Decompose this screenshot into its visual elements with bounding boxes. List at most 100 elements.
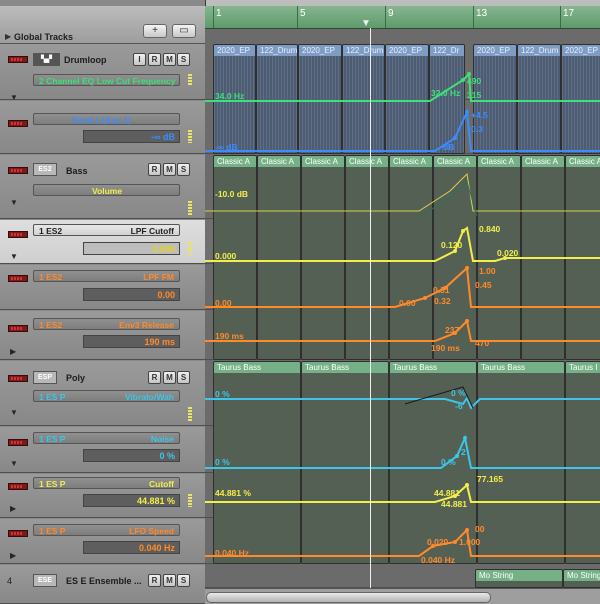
automation-param-selector[interactable]: 1 ES P LFO Speed [33,524,180,536]
solo-button[interactable]: S [177,163,190,176]
disclosure-triangle-icon[interactable]: ▼ [10,459,18,468]
disclosure-triangle-icon[interactable]: ▼ [10,408,18,417]
automation-param-selector[interactable]: 1 ES P Cutoff [33,477,180,489]
automation-label: 490 [467,76,482,86]
record-enable-button[interactable]: R [148,53,161,66]
automation-label: 237 [445,325,460,335]
track-name: Bass [66,166,88,176]
automation-param-selector[interactable]: Send 1 (Aux 1) [33,113,180,125]
logic-arrange-window: ▶ Global Tracks + ▭ ▚▞ Drumloop I R M S … [0,0,600,604]
automation-label: 0.020 [497,248,519,258]
mute-button[interactable]: M [163,574,176,587]
automation-label: 00 [475,524,485,534]
automation-label: 0 % [215,389,230,399]
automation-param-selector[interactable]: Volume [33,184,180,196]
plus-icon[interactable]: + [143,24,167,38]
disclosure-triangle-icon[interactable]: ▼ [10,198,18,207]
track-send[interactable]: Send 1 (Aux 1) -∞ dB [0,101,205,154]
automation-label: 190 ms [215,331,244,341]
automation-label: 0.00 [215,298,232,308]
automation-label: 77.165 [477,474,503,484]
automation-value-field[interactable]: 0.000 [83,242,180,255]
horizontal-scrollbar[interactable] [205,588,600,604]
global-tracks-row[interactable]: ▶ Global Tracks + ▭ [0,6,205,44]
automation-label: 1.00 [479,266,496,276]
track-color-swatch [8,231,28,238]
disclosure-triangle-icon[interactable]: ▶ [5,32,11,41]
input-monitor-button[interactable]: I [133,53,146,66]
automation-label: 0.000 [215,251,237,261]
track-color-swatch [8,530,28,537]
automation-value-field[interactable]: 44.881 % [83,494,180,507]
mute-button[interactable]: M [163,53,176,66]
automation-label: 44.881 [434,488,460,498]
disclosure-triangle-icon[interactable]: ▶ [10,347,16,356]
automation-value-field[interactable]: 0.040 Hz [83,541,180,554]
automation-label: 470 [475,338,490,348]
automation-param-selector[interactable]: 1 ES P Noise [33,432,180,444]
automation-param-selector[interactable]: 2 Channel EQ Low Cut Frequency [33,74,180,86]
automation-param-selector[interactable]: 1 ES2 LPF Cutoff [33,224,180,236]
level-meter [188,242,192,255]
automation-label: -∞ dB [215,142,238,152]
automation-label: 1.000 [459,537,481,547]
disclosure-triangle-icon[interactable]: ▼ [10,252,18,261]
track-drumloop[interactable]: ▚▞ Drumloop I R M S 2 Channel EQ Low Cut… [0,44,205,102]
solo-button[interactable]: S [177,371,190,384]
automation-label: dB [443,142,455,152]
automation-label: 34.0 Hz [215,91,245,101]
playhead-line[interactable] [370,28,371,588]
track-color-swatch [8,56,28,63]
track-color-swatch [8,275,28,282]
automation-value-field[interactable]: 0 % [83,449,180,462]
record-enable-button[interactable]: R [148,574,161,587]
mute-button[interactable]: M [163,371,176,384]
automation-label: 44.881 % [215,488,251,498]
track-header-list: ▶ Global Tracks + ▭ ▚▞ Drumloop I R M S … [0,0,206,604]
record-enable-button[interactable]: R [148,371,161,384]
level-meter [188,201,192,215]
solo-button[interactable]: S [177,53,190,66]
track-bass[interactable]: ES2 Bass R M S Volume ▼ [0,155,205,219]
level-meter [188,494,192,507]
automation-label: 0 % [215,457,230,467]
automation-value-field[interactable]: 0.00 [83,288,180,301]
disclosure-triangle-icon[interactable]: ▶ [10,551,16,560]
level-meter [188,407,192,422]
track-esp-lfo-speed[interactable]: 1 ES P LFO Speed 0.040 Hz ▶ [0,519,205,564]
track-color-swatch [8,325,28,332]
automation-label: 0.45 [475,280,492,290]
track-es2-env3-release[interactable]: 1 ES2 Env3 Release 190 ms ▶ [0,311,205,360]
track-number: 4 [7,576,13,586]
track-esp-noise[interactable]: 1 ES P Noise 0 % ▼ [0,427,205,473]
automation-label: -10.0 dB [215,189,249,199]
disclosure-triangle-icon[interactable]: ▶ [10,504,16,513]
automation-label: 0.040 Hz [421,555,456,565]
track-es2-lpf-cutoff[interactable]: 1 ES2 LPF Cutoff 0.000 ▼ [0,220,205,264]
record-enable-button[interactable]: R [148,163,161,176]
automation-param-selector[interactable]: 1 ES P Vibrato/Wah [33,390,180,402]
automation-label: 190 ms [431,343,460,353]
global-tracks-label: Global Tracks [14,32,74,42]
scrollbar-thumb[interactable] [206,592,491,603]
track-color-swatch [8,483,28,490]
automation-param-selector[interactable]: 1 ES2 Env3 Release [33,318,180,330]
track-es2-lpf-fm[interactable]: 1 ES2 LPF FM 0.00 [0,265,205,310]
drum-icon: ▚▞ [33,53,60,66]
ese-instrument-icon: ESE [33,574,57,587]
arrange-area[interactable]: 1 5 9 13 17 ▼ 2020_EP 122_Drum 2020_EP 1… [205,6,600,604]
automation-param-selector[interactable]: 1 ES2 LPF FM [33,270,180,282]
mute-button[interactable]: M [163,163,176,176]
automation-value-field[interactable]: -∞ dB [83,130,180,143]
automation-label: 0 % [441,457,456,467]
automation-value-field[interactable]: 190 ms [83,335,180,348]
automation-label: 44.881 [441,499,467,509]
track-esp-cutoff[interactable]: 1 ES P Cutoff 44.881 % ▶ [0,474,205,518]
automation-label: 315 [467,90,482,100]
track-ensemble[interactable]: 4 ESE ES E Ensemble ... R M S [0,565,205,604]
track-poly[interactable]: ESP Poly R M S 1 ES P Vibrato/Wah ▼ [0,361,205,426]
automation-label: 0.040 Hz [215,548,250,558]
tracks-view-icon[interactable]: ▭ [172,24,196,38]
track-name: Poly [66,373,86,383]
solo-button[interactable]: S [177,574,190,587]
